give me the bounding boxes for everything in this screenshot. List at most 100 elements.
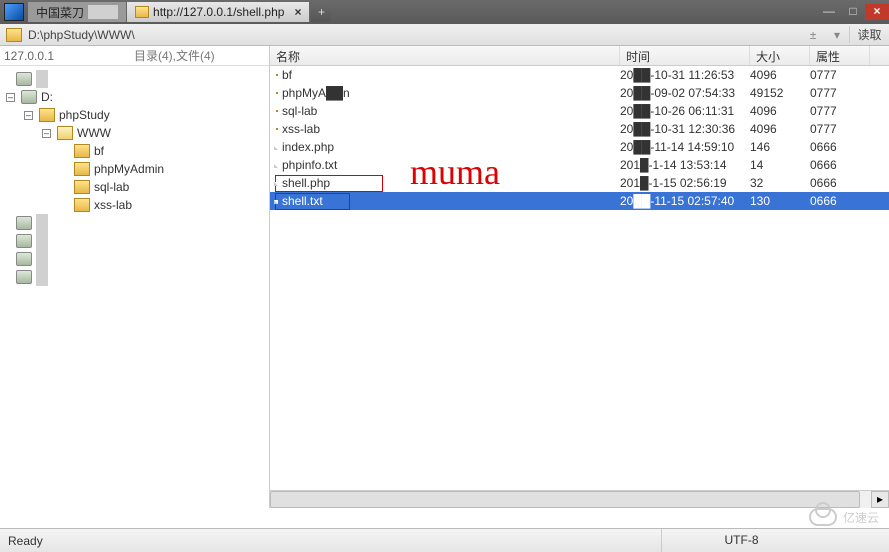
tree-label: sql-lab <box>94 178 129 196</box>
file-attr: 0666 <box>810 176 870 190</box>
minimize-button[interactable]: — <box>817 4 841 20</box>
close-icon[interactable]: × <box>288 5 301 19</box>
tree-label: xss-lab <box>94 196 132 214</box>
file-time: 20██-10-26 06:11:31 <box>620 104 750 118</box>
maximize-button[interactable]: □ <box>841 4 865 20</box>
tree-drive-d[interactable]: – D: <box>6 88 269 106</box>
tree-body: xx – D: – phpStudy – WWW <box>0 66 269 290</box>
file-attr: 0666 <box>810 140 870 154</box>
tab-main-label: 中国菜刀 <box>36 4 84 21</box>
tree-phpstudy[interactable]: – phpStudy <box>6 106 269 124</box>
file-time: 20██-09-02 07:54:33 <box>620 86 750 100</box>
file-name: index.php <box>282 140 334 154</box>
folder-icon <box>276 92 278 94</box>
col-size[interactable]: 大小 <box>750 46 810 65</box>
file-size: 4096 <box>750 104 810 118</box>
tree-label: phpMyAdmin <box>94 160 164 178</box>
workspace: 127.0.0.1 目录(4),文件(4) xx – D: – phpStudy <box>0 46 889 508</box>
file-size: 130 <box>750 194 810 208</box>
tab-shell[interactable]: http://127.0.0.1/shell.php × <box>127 2 310 22</box>
file-size: 4096 <box>750 122 810 136</box>
tree-drive-extra[interactable]: xx <box>6 250 269 268</box>
collapse-icon[interactable]: – <box>6 93 15 102</box>
tab-shell-label: http://127.0.0.1/shell.php <box>153 5 284 19</box>
tree-drive-c[interactable]: xx <box>6 70 269 88</box>
scroll-thumb[interactable] <box>270 491 860 508</box>
file-size: 4096 <box>750 68 810 82</box>
file-time: 201█-1-15 02:56:19 <box>620 176 750 190</box>
folder-icon <box>74 198 90 212</box>
new-tab-button[interactable]: + <box>311 2 331 22</box>
file-row[interactable]: sql-lab 20██-10-26 06:11:3140960777 <box>270 102 889 120</box>
file-row[interactable]: index.php 20██-11-14 14:59:101460666 <box>270 138 889 156</box>
watermark-text: 亿速云 <box>843 509 879 526</box>
file-row[interactable]: bf20██-10-31 11:26:5340960777 <box>270 66 889 84</box>
cloud-icon <box>809 508 837 526</box>
folder-icon <box>276 128 278 130</box>
updown-button[interactable]: ± <box>801 28 825 42</box>
file-icon <box>276 182 278 184</box>
close-button[interactable]: × <box>865 4 889 20</box>
read-button[interactable]: 读取 <box>849 26 889 43</box>
dir-stats: 目录(4),文件(4) <box>134 47 215 64</box>
tree-drive-extra[interactable]: xx <box>6 214 269 232</box>
list-header: 名称 时间 大小 属性 <box>270 46 889 66</box>
col-attr[interactable]: 属性 <box>810 46 870 65</box>
file-size: 49152 <box>750 86 810 100</box>
file-size: 146 <box>750 140 810 154</box>
watermark: 亿速云 <box>809 508 879 526</box>
tree-xsslab[interactable]: xss-lab <box>6 196 269 214</box>
col-time[interactable]: 时间 <box>620 46 750 65</box>
tree-phpmyadmin[interactable]: phpMyAdmin <box>6 160 269 178</box>
folder-icon <box>74 162 90 176</box>
file-time: 20██-11-14 14:59:10 <box>620 140 750 154</box>
col-name[interactable]: 名称 <box>270 46 620 65</box>
highlight-box <box>275 193 350 210</box>
folder-icon <box>6 28 22 42</box>
address-input[interactable]: D:\phpStudy\WWW\ <box>28 28 801 42</box>
drive-icon <box>16 216 32 230</box>
list-pane: 名称 时间 大小 属性 muma bf20██-10-31 11:26:5340… <box>270 46 889 508</box>
folder-icon <box>276 74 278 76</box>
folder-icon <box>276 110 278 112</box>
tree-label: phpStudy <box>59 106 110 124</box>
file-name: sql-lab <box>282 104 317 118</box>
title-bar: 中国菜刀 xxxxx http://127.0.0.1/shell.php × … <box>0 0 889 24</box>
file-time: 20██-10-31 12:30:36 <box>620 122 750 136</box>
tree-bf[interactable]: bf <box>6 142 269 160</box>
tree-drive-extra[interactable]: xx <box>6 268 269 286</box>
file-attr: 0777 <box>810 104 870 118</box>
file-name: phpMyA██n <box>282 86 350 100</box>
file-row[interactable]: shell.txt20██-11-15 02:57:401300666 <box>270 192 889 210</box>
dropdown-button[interactable]: ▾ <box>825 28 849 42</box>
tree-sqllab[interactable]: sql-lab <box>6 178 269 196</box>
horizontal-scrollbar[interactable]: ▸ <box>270 490 889 508</box>
collapse-icon[interactable]: – <box>42 129 51 138</box>
tree-www[interactable]: – WWW <box>6 124 269 142</box>
folder-icon <box>39 108 55 122</box>
file-row[interactable]: phpMyA██n20██-09-02 07:54:33491520777 <box>270 84 889 102</box>
address-bar: D:\phpStudy\WWW\ ± ▾ 读取 <box>0 24 889 46</box>
folder-icon <box>74 180 90 194</box>
folder-icon <box>135 6 149 18</box>
status-text: Ready <box>8 534 661 548</box>
scroll-right-icon[interactable]: ▸ <box>871 491 889 508</box>
tree-drive-extra[interactable]: xx <box>6 232 269 250</box>
highlight-box <box>275 175 383 192</box>
annotation-text: muma <box>410 151 500 193</box>
file-size: 32 <box>750 176 810 190</box>
tree-header: 127.0.0.1 目录(4),文件(4) <box>0 46 269 66</box>
file-row[interactable]: phpinfo.txt201█-1-14 13:53:14140666 <box>270 156 889 174</box>
file-time: 20██-10-31 11:26:53 <box>620 68 750 82</box>
tab-main[interactable]: 中国菜刀 xxxxx <box>28 2 127 22</box>
tree-label: D: <box>41 88 53 106</box>
file-attr: 0777 <box>810 68 870 82</box>
tree-label: WWW <box>77 124 111 142</box>
file-size: 14 <box>750 158 810 172</box>
file-attr: 0777 <box>810 122 870 136</box>
app-icon <box>4 3 24 21</box>
collapse-icon[interactable]: – <box>24 111 33 120</box>
file-icon <box>276 164 278 166</box>
file-time: 201█-1-14 13:53:14 <box>620 158 750 172</box>
file-row[interactable]: xss-lab20██-10-31 12:30:3640960777 <box>270 120 889 138</box>
